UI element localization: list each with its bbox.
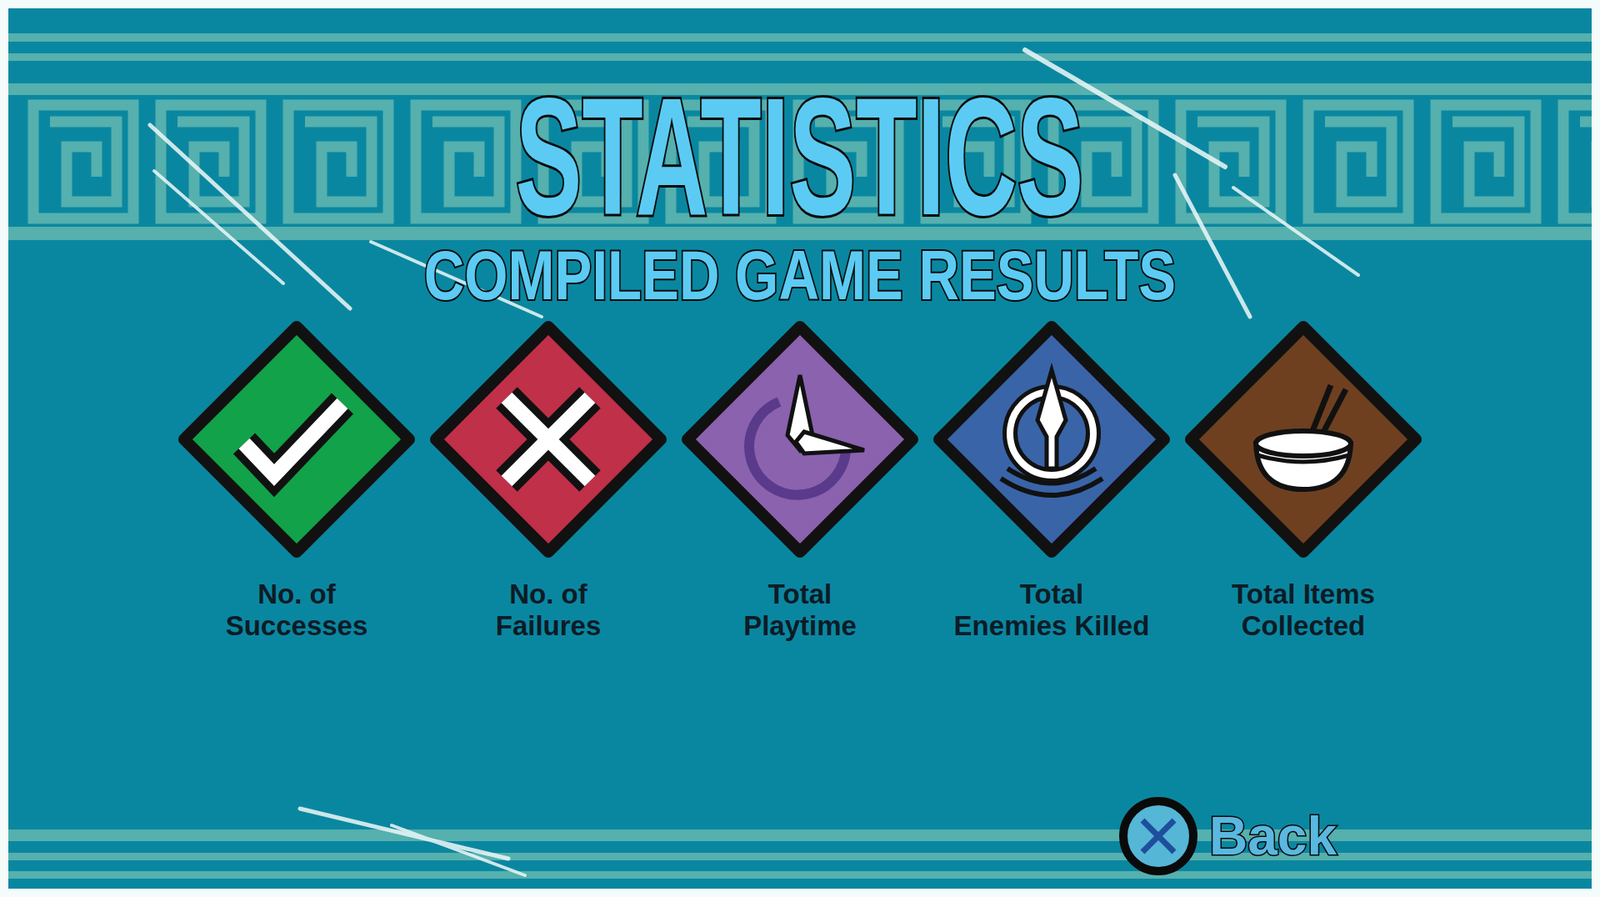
footer: Back [8,795,1592,889]
stat-label-line: Total [1020,578,1084,610]
stat-label: No. ofFailures [495,578,602,642]
stat-card: TotalEnemies Killed [928,318,1175,642]
check-icon [175,318,418,560]
stat-card: No. ofFailures [425,318,672,642]
content: STATISTICSCOMPILED GAME RESULTSNo. ofSuc… [8,8,1592,889]
back-label: Back [1209,809,1337,863]
stat-label-line: Total Items [1231,578,1375,610]
stat-label: TotalPlaytime [743,578,857,642]
stat-label-line: Total [768,578,832,610]
bottom-band [8,820,1600,888]
stat-label-line: Successes [225,610,369,642]
stats-row: No. ofSuccessesNo. ofFailuresTotalPlayti… [173,318,1427,642]
stat-label-line: No. of [257,578,335,610]
spear-icon [930,318,1173,560]
stat-label: Total ItemsCollected [1231,578,1375,642]
screen-title: STATISTICS [515,73,1085,240]
stat-card: TotalPlaytime [676,318,924,642]
stat-label-line: No. of [509,578,587,610]
stat-card: Total ItemsCollected [1180,318,1427,642]
stat-label: TotalEnemies Killed [954,578,1150,642]
screen-subtitle: COMPILED GAME RESULTS [424,240,1176,310]
stat-card: No. ofSuccesses [173,318,420,642]
clock-icon [679,318,921,560]
stat-label-line: Failures [495,610,602,642]
back-button[interactable]: Back [1117,795,1337,877]
stat-label: No. ofSuccesses [225,578,369,642]
bowl-icon [1182,318,1425,560]
stat-label-line: Enemies Killed [954,610,1150,642]
stat-label-line: Collected [1241,610,1366,642]
cross-button-icon [1117,795,1200,877]
stat-label-line: Playtime [743,610,857,642]
statistics-screen: STATISTICSCOMPILED GAME RESULTSNo. ofSuc… [0,0,1600,897]
cross-icon [427,318,670,560]
